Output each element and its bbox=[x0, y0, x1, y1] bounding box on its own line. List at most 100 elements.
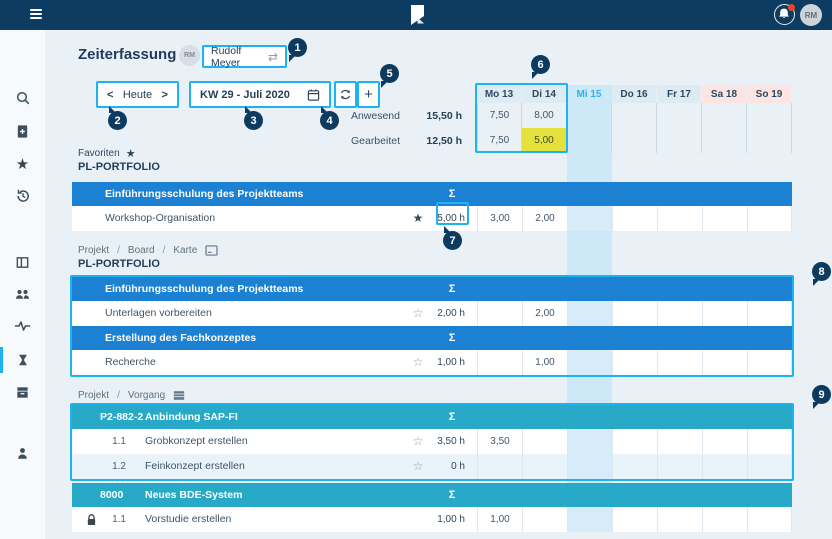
time-cell[interactable] bbox=[747, 429, 792, 454]
time-cell-today[interactable] bbox=[567, 507, 612, 532]
time-cell[interactable] bbox=[477, 350, 522, 375]
time-cell[interactable] bbox=[702, 507, 747, 532]
time-cell[interactable] bbox=[657, 350, 702, 375]
time-cell[interactable] bbox=[657, 429, 702, 454]
time-cell[interactable] bbox=[612, 206, 657, 231]
time-cell[interactable] bbox=[612, 301, 657, 326]
summary-cell bbox=[612, 103, 657, 128]
time-cell[interactable]: 3,00 bbox=[477, 206, 522, 231]
time-cell-today[interactable] bbox=[567, 206, 612, 231]
time-cell[interactable] bbox=[747, 350, 792, 375]
task-name[interactable]: Grobkonzept erstellen bbox=[145, 429, 248, 454]
callout-badge-5: 5 bbox=[380, 64, 399, 83]
time-cell[interactable] bbox=[747, 206, 792, 231]
task-name[interactable]: Unterlagen vorbereiten bbox=[105, 301, 212, 326]
project-name: PL-PORTFOLIO bbox=[78, 161, 160, 173]
time-cell[interactable] bbox=[702, 454, 747, 479]
user-switcher[interactable]: Rudolf Meyer ⇄ bbox=[202, 45, 287, 68]
sidebar-item-favorites[interactable]: ★ bbox=[0, 151, 45, 177]
group-header[interactable]: 8000 Neues BDE-System Σ bbox=[72, 483, 792, 507]
notifications-bell-icon[interactable] bbox=[774, 4, 795, 25]
group-header[interactable]: Einführungsschulung des Projektteams Σ bbox=[72, 182, 792, 206]
summary-total-gearbeitet: 12,50 h bbox=[402, 135, 462, 147]
time-cell[interactable] bbox=[612, 350, 657, 375]
time-cell[interactable]: 1,00 bbox=[477, 507, 522, 532]
sidebar-item-history[interactable] bbox=[0, 183, 45, 209]
time-cell[interactable] bbox=[702, 206, 747, 231]
sidebar-item-activity[interactable] bbox=[0, 313, 45, 339]
favorites-label: Favoriten ★ bbox=[78, 147, 136, 160]
time-cell-today[interactable] bbox=[567, 301, 612, 326]
group-header[interactable]: P2-882-2 Anbindung SAP-FI Σ bbox=[72, 405, 792, 429]
task-name[interactable]: Recherche bbox=[105, 350, 156, 375]
sum-sigma-icon: Σ bbox=[424, 283, 480, 295]
search-icon bbox=[15, 90, 31, 106]
topbar-avatar[interactable]: RM bbox=[800, 4, 822, 26]
time-cell[interactable] bbox=[477, 454, 522, 479]
prev-week-button[interactable]: < bbox=[107, 89, 113, 101]
sidebar-item-archive[interactable] bbox=[0, 379, 45, 405]
time-cell[interactable] bbox=[702, 350, 747, 375]
summary-cell: 8,00 bbox=[522, 103, 567, 128]
sidebar-item-time-tracking[interactable] bbox=[0, 347, 45, 373]
time-cell[interactable] bbox=[657, 206, 702, 231]
card-icon bbox=[205, 245, 218, 256]
time-cell[interactable] bbox=[612, 507, 657, 532]
time-cell[interactable]: 2,00 bbox=[522, 206, 567, 231]
time-cell[interactable] bbox=[657, 454, 702, 479]
time-cell[interactable] bbox=[612, 429, 657, 454]
summary-cell: 7,50 bbox=[477, 128, 522, 153]
sidebar-item-add-note[interactable] bbox=[0, 118, 45, 144]
breadcrumb-board: Projekt / Board / Karte bbox=[78, 245, 218, 256]
activity-icon bbox=[14, 319, 31, 333]
breadcrumb-item[interactable]: Board bbox=[128, 245, 155, 256]
time-cell[interactable] bbox=[477, 301, 522, 326]
sidebar-item-board[interactable] bbox=[0, 249, 45, 275]
sidebar-item-team[interactable] bbox=[0, 281, 45, 307]
week-picker[interactable]: KW 29 - Juli 2020 bbox=[189, 81, 331, 108]
task-name[interactable]: Workshop-Organisation bbox=[105, 206, 215, 231]
time-cell[interactable] bbox=[747, 454, 792, 479]
time-cell[interactable] bbox=[702, 429, 747, 454]
time-cell[interactable] bbox=[612, 454, 657, 479]
time-cell-today[interactable] bbox=[567, 429, 612, 454]
task-row: Workshop-Organisation ★ 5,00 h 3,00 2,00 bbox=[72, 206, 792, 231]
group-header[interactable]: Erstellung des Fachkonzeptes Σ bbox=[72, 326, 792, 350]
sidebar-item-search[interactable] bbox=[0, 85, 45, 111]
breadcrumb-item[interactable]: Vorgang bbox=[128, 390, 165, 401]
time-cell[interactable] bbox=[522, 507, 567, 532]
group-header[interactable]: Einführungsschulung des Projektteams Σ bbox=[72, 277, 792, 301]
add-entry-button[interactable]: + bbox=[357, 81, 380, 108]
summary-cell bbox=[747, 103, 792, 128]
time-cell[interactable] bbox=[747, 507, 792, 532]
time-cell[interactable] bbox=[657, 301, 702, 326]
day-header-sa: Sa 18 bbox=[702, 85, 746, 103]
time-cell[interactable] bbox=[657, 507, 702, 532]
time-cell[interactable] bbox=[747, 301, 792, 326]
menu-icon[interactable] bbox=[30, 9, 42, 20]
breadcrumb-item[interactable]: Projekt bbox=[78, 245, 109, 256]
callout-badge-3: 3 bbox=[244, 111, 263, 130]
callout-badge-4: 4 bbox=[320, 111, 339, 130]
time-cell[interactable]: 2,00 bbox=[522, 301, 567, 326]
task-name[interactable]: Feinkonzept erstellen bbox=[145, 454, 245, 479]
sidebar-item-profile[interactable] bbox=[0, 440, 45, 466]
refresh-button[interactable] bbox=[334, 81, 357, 108]
time-cell[interactable] bbox=[522, 454, 567, 479]
time-cell[interactable] bbox=[702, 301, 747, 326]
next-week-button[interactable]: > bbox=[162, 89, 168, 101]
refresh-icon bbox=[339, 88, 352, 101]
time-cell-today[interactable] bbox=[567, 350, 612, 375]
breadcrumb-item[interactable]: Projekt bbox=[78, 390, 109, 401]
group-title: Erstellung des Fachkonzeptes bbox=[105, 332, 256, 344]
time-cell-today[interactable] bbox=[567, 454, 612, 479]
summary-cell bbox=[657, 128, 702, 153]
time-cell[interactable]: 1,00 bbox=[522, 350, 567, 375]
time-cell[interactable] bbox=[522, 429, 567, 454]
task-name[interactable]: Vorstudie erstellen bbox=[145, 507, 231, 532]
swap-user-icon[interactable]: ⇄ bbox=[268, 50, 278, 64]
today-button[interactable]: Heute bbox=[123, 89, 152, 101]
time-cell[interactable]: 3,50 bbox=[477, 429, 522, 454]
sum-sigma-icon: Σ bbox=[424, 332, 480, 344]
breadcrumb-item[interactable]: Karte bbox=[173, 245, 197, 256]
